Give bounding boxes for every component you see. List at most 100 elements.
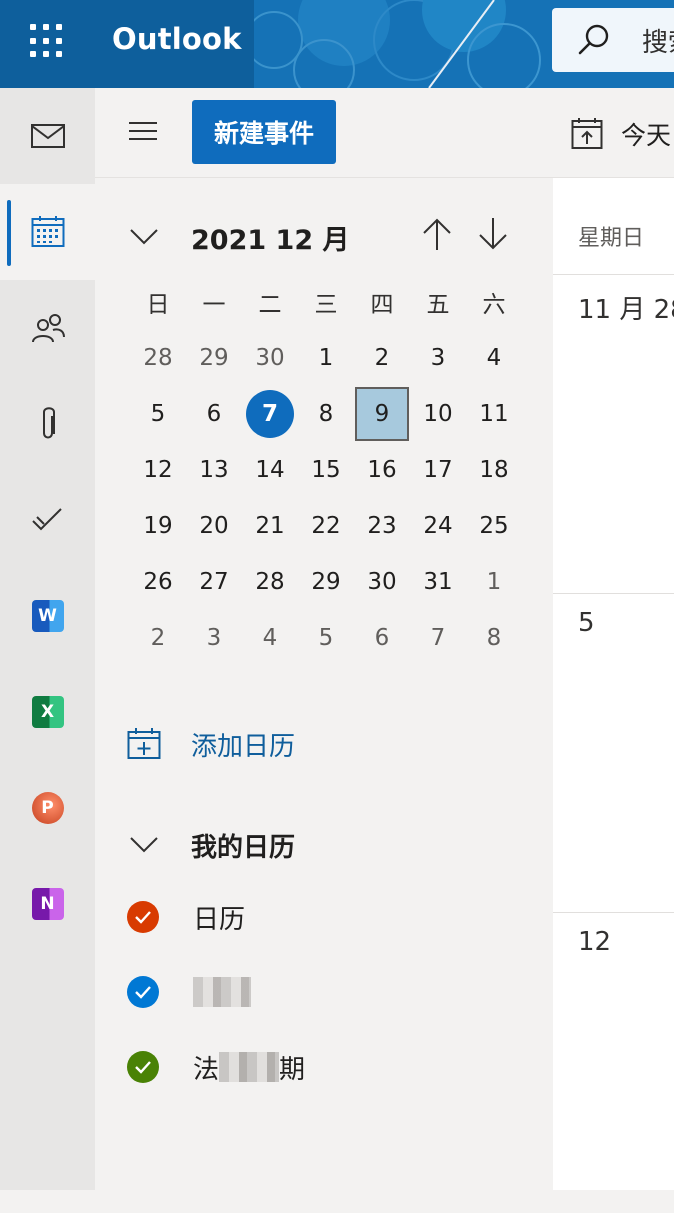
nav-header: 新建事件: [95, 88, 553, 178]
day-cell[interactable]: 7: [410, 610, 466, 666]
day-cell[interactable]: 3: [186, 610, 242, 666]
rail-onenote[interactable]: N: [0, 856, 95, 952]
rail-calendar[interactable]: [0, 184, 95, 280]
day-cell-today[interactable]: 7: [242, 386, 298, 442]
day-cell[interactable]: 21: [242, 498, 298, 554]
weekday-label: 二: [258, 292, 282, 318]
day-cell[interactable]: 1: [298, 330, 354, 386]
calendar-item-label: [193, 975, 253, 1009]
day-cell[interactable]: 18: [466, 442, 522, 498]
redacted-text: [193, 977, 251, 1007]
day-cell[interactable]: 5: [298, 610, 354, 666]
calendar-item-label-start: 法: [193, 1054, 220, 1085]
rail-people[interactable]: [0, 280, 95, 376]
calendar-toolbar: 今天: [553, 88, 674, 178]
add-calendar-link[interactable]: 添加日历: [127, 718, 295, 770]
app-brand[interactable]: Outlook: [112, 22, 242, 56]
day-cell[interactable]: 6: [354, 610, 410, 666]
new-event-button[interactable]: 新建事件: [192, 100, 336, 164]
day-cell[interactable]: 8: [298, 386, 354, 442]
redacted-text: [219, 1052, 280, 1082]
rail-todo[interactable]: [0, 472, 95, 568]
calendar-today-icon: [571, 118, 603, 149]
my-calendars-group[interactable]: 我的日历: [129, 823, 295, 867]
day-cell[interactable]: 23: [354, 498, 410, 554]
todo-check-icon: [31, 508, 62, 531]
day-cell[interactable]: 2: [130, 610, 186, 666]
day-cell[interactable]: 25: [466, 498, 522, 554]
weekday-label: 三: [314, 292, 338, 318]
day-cell[interactable]: 15: [298, 442, 354, 498]
weekday-label: 一: [202, 292, 226, 318]
month-week-row[interactable]: 5: [553, 594, 674, 913]
weekday-header-row: 日 一 二 三 四 五 六: [130, 274, 522, 330]
rail-mail[interactable]: [0, 88, 95, 184]
day-cell[interactable]: 24: [410, 498, 466, 554]
weekday-column-header: 星期日: [553, 178, 674, 275]
day-cell[interactable]: 31: [410, 554, 466, 610]
app-rail: W X P N: [0, 88, 95, 1190]
day-cell[interactable]: 3: [410, 330, 466, 386]
day-cell[interactable]: 5: [130, 386, 186, 442]
previous-month-arrow-icon[interactable]: [421, 216, 453, 252]
day-cell[interactable]: 17: [410, 442, 466, 498]
mini-calendar-month-title[interactable]: 2021 12 月: [191, 218, 350, 257]
day-cell[interactable]: 8: [466, 610, 522, 666]
my-calendars-label: 我的日历: [191, 832, 296, 863]
chevron-down-icon[interactable]: [129, 226, 159, 248]
week-date-label: 5: [578, 608, 595, 638]
day-cell[interactable]: 4: [242, 610, 298, 666]
day-cell[interactable]: 29: [298, 554, 354, 610]
search-box[interactable]: 搜索: [552, 8, 674, 72]
day-cell[interactable]: 11: [466, 386, 522, 442]
day-cell[interactable]: 26: [130, 554, 186, 610]
app-launcher-waffle-icon[interactable]: [30, 24, 64, 58]
day-cell[interactable]: 29: [186, 330, 242, 386]
day-cell[interactable]: 30: [242, 330, 298, 386]
calendar-item-label: 日历: [193, 904, 246, 935]
day-cell[interactable]: 28: [130, 330, 186, 386]
rail-files[interactable]: [0, 376, 95, 472]
day-cell[interactable]: 2: [354, 330, 410, 386]
day-cell[interactable]: 12: [130, 442, 186, 498]
week-row: 26 27 28 29 30 31 1: [130, 554, 522, 610]
checkbox-checked-icon[interactable]: [127, 976, 159, 1008]
calendar-item[interactable]: [127, 968, 253, 1016]
day-cell[interactable]: 28: [242, 554, 298, 610]
people-icon: [31, 314, 65, 343]
day-cell[interactable]: 10: [410, 386, 466, 442]
weekday-label: 五: [426, 292, 450, 318]
month-week-row[interactable]: 11 月 28: [553, 275, 674, 594]
day-cell[interactable]: 16: [354, 442, 410, 498]
paperclip-icon: [42, 407, 55, 439]
rail-powerpoint[interactable]: P: [0, 760, 95, 856]
day-cell[interactable]: 1: [466, 554, 522, 610]
rail-excel[interactable]: X: [0, 664, 95, 760]
day-cell[interactable]: 6: [186, 386, 242, 442]
day-cell[interactable]: 19: [130, 498, 186, 554]
day-cell[interactable]: 22: [298, 498, 354, 554]
checkbox-checked-icon[interactable]: [127, 1051, 159, 1083]
checkbox-checked-icon[interactable]: [127, 901, 159, 933]
week-row: 2 3 4 5 6 7 8: [130, 610, 522, 666]
day-cell[interactable]: 4: [466, 330, 522, 386]
day-cell[interactable]: 30: [354, 554, 410, 610]
day-cell-selected[interactable]: 9: [354, 386, 410, 442]
day-cell[interactable]: 14: [242, 442, 298, 498]
add-calendar-icon: [127, 728, 161, 759]
weekday-header-label: 星期日: [578, 226, 645, 251]
day-cell[interactable]: 20: [186, 498, 242, 554]
rail-word[interactable]: W: [0, 568, 95, 664]
day-cell[interactable]: 27: [186, 554, 242, 610]
day-cell[interactable]: 13: [186, 442, 242, 498]
calendar-item[interactable]: 法 期: [127, 1043, 305, 1091]
calendar-main-view: 今天 星期日 11 月 28 5 12: [553, 88, 674, 1190]
calendar-item-label: 法 期: [193, 1049, 305, 1086]
month-week-row[interactable]: 12: [553, 913, 674, 1213]
weekday-label: 日: [146, 292, 170, 318]
today-button[interactable]: 今天: [571, 114, 671, 154]
hamburger-menu-icon[interactable]: [129, 122, 159, 144]
next-month-arrow-icon[interactable]: [477, 216, 509, 252]
calendar-item[interactable]: 日历: [127, 893, 245, 941]
mini-calendar-grid: 日 一 二 三 四 五 六 28 29 30 1 2 3 4 5 6 7 8 9…: [130, 274, 522, 666]
